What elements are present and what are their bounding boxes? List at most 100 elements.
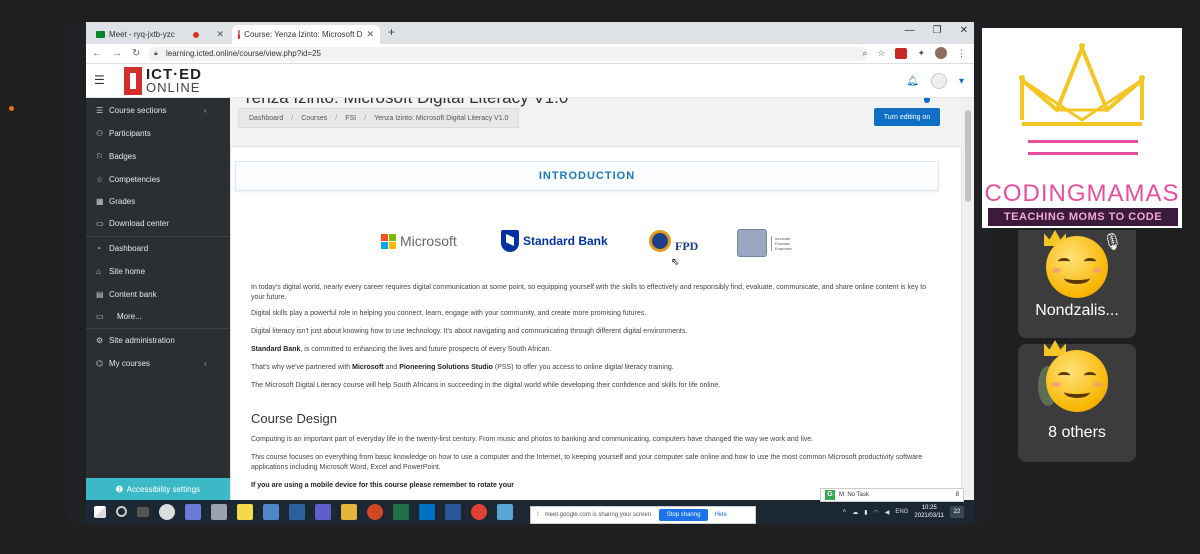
sidebar-item-label: Site home [109, 267, 146, 276]
accessibility-label: Accessibility settings [126, 484, 201, 494]
hide-share-bar-button[interactable]: Hide [714, 512, 726, 518]
breadcrumb-item[interactable]: Courses [301, 115, 327, 122]
participant-tile-others[interactable]: 8 others [1018, 340, 1136, 462]
site-logo[interactable]: ICT·ED ONLINE [124, 66, 202, 96]
accessibility-settings-button[interactable]: ➊ Accessibility settings [86, 478, 230, 500]
chevron-down-icon[interactable]: ▾ [959, 76, 964, 87]
task-widget[interactable]: G M: No Task 8 [820, 488, 964, 502]
nav-buttons: ← → ↻ [92, 48, 140, 59]
notification-bell-icon[interactable]: 🔔︎ [906, 76, 919, 87]
fpd-emblem-icon [649, 229, 671, 252]
excel-icon[interactable] [393, 504, 409, 520]
back-icon[interactable]: ← [92, 48, 102, 59]
file-explorer-icon[interactable] [341, 504, 357, 520]
task-count: 8 [955, 492, 959, 498]
bookmark-star-icon[interactable]: ☆ [877, 48, 885, 59]
user-avatar[interactable] [930, 73, 947, 89]
gear-icon: ⚙ [96, 336, 104, 345]
presenter-tile[interactable]: CODINGMAMAS TEACHING MOMS TO CODE [982, 28, 1182, 228]
powerpoint-icon[interactable] [367, 504, 383, 520]
stop-sharing-button[interactable]: Stop sharing [658, 509, 709, 521]
close-window-icon[interactable]: ✕ [960, 25, 968, 36]
outlook-icon[interactable] [419, 504, 435, 520]
ie-icon[interactable] [289, 504, 305, 520]
screen-share-bar: ⁞ meet.google.com is sharing your screen… [530, 506, 756, 524]
minimize-icon[interactable]: — [905, 25, 915, 36]
status-dot [9, 106, 14, 111]
search-icon[interactable] [116, 506, 127, 517]
pen-app-icon[interactable] [497, 504, 513, 520]
paragraph: In today's digital world, nearly every c… [251, 284, 927, 301]
breadcrumb-item[interactable]: Dashboard [249, 115, 283, 122]
system-clock[interactable]: 10:25 2021/03/11 [914, 504, 944, 520]
media-player-icon[interactable] [263, 504, 279, 520]
sidebar-item-more[interactable]: ▭ More... [96, 312, 142, 321]
extension-icon[interactable] [895, 47, 908, 59]
tray-up-icon[interactable]: ˄ [843, 509, 847, 515]
chevron-left-icon[interactable]: ‹ [204, 106, 207, 115]
sidebar-item-my-courses[interactable]: ⌬ My courses ‹ [96, 359, 207, 368]
tab-meet[interactable]: Meet - ryq-jxtb-yzc ✕ [90, 25, 230, 44]
calculator-icon[interactable] [211, 504, 227, 520]
cloud-icon[interactable]: ☁ [852, 509, 858, 516]
notification-center-badge[interactable]: 22 [950, 506, 964, 518]
volume-icon[interactable]: ◀ [885, 509, 890, 516]
paragraph: The Microsoft Digital Literacy course wi… [251, 382, 721, 389]
paragraph: Standard Bank, is committed to enhancing… [251, 346, 552, 353]
sidebar-item-course-sections[interactable]: ☰ Course sections ‹ [96, 106, 207, 115]
standard-bank-logo: Standard Bank [501, 230, 608, 252]
teams-icon[interactable] [315, 504, 331, 520]
tab-label: Meet - ryq-jxtb-yzc [109, 30, 175, 39]
puzzle-icon[interactable]: ✦ [917, 48, 925, 59]
sidebar-item-site-home[interactable]: ⌂ Site home [96, 267, 145, 276]
address-bar: ← → ↻ 🔒︎ learning.icted.online/course/vi… [86, 44, 974, 64]
chrome-icon[interactable] [471, 504, 487, 520]
close-icon[interactable]: ✕ [366, 29, 374, 40]
url-field[interactable]: 🔒︎ learning.icted.online/course/view.php… [148, 47, 868, 61]
microsoft-icon [381, 233, 396, 249]
sidebar-item-participants[interactable]: ⚇ Participants [96, 129, 151, 138]
clock-app-icon[interactable] [159, 504, 175, 520]
language-indicator[interactable]: ENG [895, 509, 908, 515]
turn-editing-on-button[interactable]: Turn editing on [874, 108, 940, 126]
sidebar-item-site-administration[interactable]: ⚙ Site administration [96, 336, 175, 345]
new-tab-icon[interactable]: + [388, 25, 395, 39]
course-section-card: INTRODUCTION Microsoft Standard Bank FPD… [230, 146, 962, 500]
breadcrumb-item[interactable]: FSI [345, 115, 356, 122]
sidebar-divider [86, 328, 230, 329]
sidebar-item-badges[interactable]: ⚐ Badges [96, 152, 136, 161]
sidebar-item-download-center[interactable]: ▭ Download center [96, 219, 169, 228]
windows-start-icon[interactable] [94, 506, 106, 518]
menu-dots-icon[interactable]: ⋮ [957, 48, 966, 59]
graduation-icon: ⌬ [96, 359, 103, 368]
wifi-icon[interactable]: ◠ [874, 509, 879, 516]
close-icon[interactable]: ✕ [216, 29, 224, 40]
task-view-icon[interactable] [137, 507, 149, 517]
sidebar-item-dashboard[interactable]: ◔ Dashboard [96, 244, 148, 253]
profile-avatar[interactable] [935, 47, 947, 59]
breadcrumb-item[interactable]: Yenza Izinto: Microsoft Digital Literacy… [374, 115, 508, 122]
tab-course[interactable]: I Course: Yenza Izinto: Microsoft D ✕ [232, 25, 380, 44]
sidebar-item-grades[interactable]: ▦ Grades [96, 197, 135, 206]
sidebar-item-competencies[interactable]: ☆ Competencies [96, 175, 160, 184]
forward-icon[interactable]: → [112, 48, 122, 59]
sidebar-item-content-bank[interactable]: ▤ Content bank [96, 290, 157, 299]
hamburger-icon[interactable]: ☰ [94, 73, 105, 87]
battery-icon[interactable]: ▮ [864, 509, 867, 516]
logo-bottom-text: ONLINE [146, 80, 201, 95]
meet-stage: Meet - ryq-jxtb-yzc ✕ I Course: Yenza Iz… [0, 0, 1200, 554]
page-scrollbar[interactable] [962, 98, 974, 500]
chevron-left-icon[interactable]: ‹ [204, 359, 207, 368]
sticky-notes-icon[interactable] [237, 504, 253, 520]
sidebar-item-label: Download center [109, 219, 170, 228]
share-handle-icon[interactable]: ⁞ [537, 512, 539, 518]
users-icon: ⚇ [96, 129, 104, 138]
zoom-icon[interactable]: ⌕ [862, 48, 867, 59]
photos-icon[interactable] [185, 504, 201, 520]
table-icon: ▦ [96, 197, 104, 206]
reload-icon[interactable]: ↻ [132, 48, 140, 59]
restore-icon[interactable]: ❐ [933, 25, 942, 36]
badge-icon: ⚐ [96, 152, 104, 161]
word-icon[interactable] [445, 504, 461, 520]
scroll-thumb[interactable] [965, 110, 971, 202]
